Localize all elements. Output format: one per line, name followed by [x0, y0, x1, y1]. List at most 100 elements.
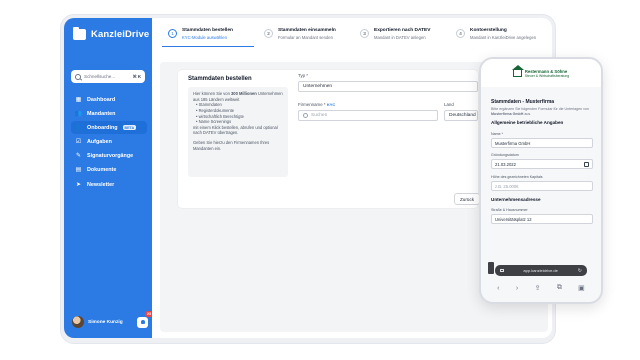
sidebar-item-dashboard[interactable]: ▦ Dashboard: [71, 93, 147, 106]
phone-intro-bold: Musterfirma GmbH: [491, 111, 524, 116]
phone-header: Restermann & Söhne Steuer & Wirtschaftsb…: [481, 59, 601, 87]
info-list: Stammdaten Registerdokumente wirtschaftl…: [193, 102, 283, 125]
back-arrow-icon[interactable]: ‹: [497, 285, 499, 292]
company-label: Firmenname * KYC: [298, 102, 335, 107]
step-title: Stammdaten einsammeln: [278, 28, 336, 33]
user-plus-icon: 👤: [74, 124, 83, 131]
info-hint: Geben Sie hierzu den Firmennamen Ihres M…: [193, 140, 270, 151]
search-placeholder: Schnellsuche...: [84, 74, 116, 79]
search-icon: [75, 73, 81, 80]
calendar-icon[interactable]: [584, 161, 589, 167]
firm-brand: Restermann & Söhne Steuer & Wirtschaftsb…: [525, 69, 569, 78]
lock-icon: [500, 268, 504, 273]
grid-icon: ▦: [75, 96, 82, 103]
screenshot-stage: KanzleiDrive Schnellsuche... ⌘ K ▦ Dashb…: [0, 0, 640, 360]
sidebar-item-signaturvorgaenge[interactable]: ✎ Signaturvorgänge: [71, 150, 147, 163]
step-subtitle: Formular an Mandant senden: [278, 34, 333, 40]
step-number: 2: [264, 29, 273, 38]
phone-intro-pre: Bitte ergänzen Sie folgenden Formular fü…: [491, 107, 589, 111]
search-input[interactable]: Schnellsuche... ⌘ K: [71, 70, 145, 83]
date-value: 21.03.2022: [495, 161, 516, 167]
info-intro-bold: 300 Millionen: [231, 91, 257, 96]
user-name: Simone Kunzig: [88, 319, 123, 325]
step-title: Exportieren nach DATEV: [374, 28, 431, 33]
type-select[interactable]: Unternehmen: [298, 81, 478, 92]
firm-subtitle: Steuer & Wirtschaftsberatung: [524, 73, 570, 78]
user-profile[interactable]: Simone Kunzig 23: [72, 310, 153, 328]
phone-form: Stammdaten - Musterfirma Bitte ergänzen …: [491, 99, 593, 225]
info-outro: mit einem Klick bestellen, abrufen und o…: [193, 124, 278, 136]
phone-section-address: Unternehmensadresse: [491, 197, 541, 203]
step-number: 1: [168, 29, 177, 38]
phone-intro-post: aus.: [523, 111, 532, 116]
sidebar-nav: ▦ Dashboard 👥 Mandanten 👤 Onboarding BET…: [71, 93, 147, 192]
company-search-input[interactable]: Suchen: [298, 110, 438, 121]
search-icon: [303, 113, 308, 118]
phone-browser-nav: ‹ › ⇪ ⧉ ▣: [481, 280, 601, 296]
form-title: Stammdaten bestellen: [188, 76, 252, 82]
sidebar-item-label: Dashboard: [87, 96, 116, 103]
brand-name: KanzleiDrive: [91, 29, 150, 40]
step-subtitle: Mandant in KanzleiDrive angelegen: [470, 34, 537, 40]
info-box: Hier können Sie von 300 Millionen Untern…: [188, 87, 288, 177]
type-value: Unternehmen: [303, 84, 333, 89]
date-field[interactable]: 21.03.2022: [491, 159, 593, 170]
bookmarks-icon[interactable]: ⧉: [557, 284, 562, 292]
share-icon[interactable]: ⇪: [535, 284, 541, 292]
sidebar-item-onboarding[interactable]: 👤 Onboarding BETA: [71, 121, 147, 135]
step-exportieren-datev[interactable]: 3 Exportieren nach DATEV Mandant in DATE…: [354, 22, 450, 47]
country-label: Land: [444, 102, 454, 107]
step-subtitle: Mandant in DATEV anlegen: [374, 34, 426, 40]
country-select[interactable]: Deutschland: [444, 110, 478, 121]
date-label: Gründungsdatum: [491, 153, 519, 158]
phone-heading: Stammdaten - Musterfirma: [491, 99, 555, 105]
phone-address-bar[interactable]: app.kanzleidrive.de ↻: [495, 265, 587, 276]
back-button[interactable]: Zurück: [454, 193, 481, 205]
name-label: Name *: [491, 132, 503, 137]
phone-mockup: Restermann & Söhne Steuer & Wirtschaftsb…: [479, 57, 603, 304]
phone-intro: Bitte ergänzen Sie folgenden Formular fü…: [491, 107, 593, 116]
sidebar-item-label: Dokumente: [87, 167, 117, 174]
sidebar-item-label: Mandanten: [87, 110, 116, 117]
name-field[interactable]: Musterfirma GmbH: [491, 138, 593, 149]
search-shortcut: ⌘ K: [132, 73, 141, 79]
step-title: Stammdaten bestellen: [182, 28, 233, 33]
onboarding-steps: 1 Stammdaten bestellen KYC-Module auswäh…: [162, 22, 552, 48]
step-stammdaten-bestellen[interactable]: 1 Stammdaten bestellen KYC-Module auswäh…: [162, 22, 258, 48]
sidebar-item-label: Signaturvorgänge: [87, 153, 134, 160]
country-value: Deutschland: [449, 113, 476, 118]
street-field[interactable]: Universitätsplatz 12: [491, 214, 593, 225]
tabs-icon[interactable]: ▣: [578, 284, 585, 292]
name-value: Musterfirma GmbH: [495, 140, 531, 146]
brand[interactable]: KanzleiDrive: [73, 27, 150, 40]
company-label-text: Firmenname *: [298, 102, 326, 107]
sidebar-item-aufgaben[interactable]: ☑ Aufgaben: [71, 136, 147, 149]
sidebar-item-label: Newsletter: [87, 181, 115, 188]
street-label: Straße & Hausnummer: [491, 208, 528, 213]
info-intro: Hier können Sie von 300 Millionen Untern…: [193, 91, 283, 102]
company-placeholder: Suchen: [311, 113, 328, 118]
document-icon: ▤: [75, 167, 82, 174]
order-form-card: Stammdaten bestellen Hier können Sie von…: [178, 70, 481, 208]
step-number: 3: [360, 29, 369, 38]
pen-icon: ✎: [75, 153, 82, 160]
house-logo-icon: [511, 64, 524, 77]
capital-label: Höhe des gezeichneten Kapitals: [491, 175, 543, 180]
sidebar-item-newsletter[interactable]: ➤ Newsletter: [71, 178, 147, 191]
send-icon: ➤: [75, 181, 82, 188]
sidebar-item-label: Aufgaben: [87, 139, 112, 146]
phone-section-general: Allgemeine betriebliche Angaben: [491, 120, 564, 126]
sidebar-item-dokumente[interactable]: ▤ Dokumente: [71, 164, 147, 177]
checklist-icon: ☑: [75, 139, 82, 146]
reload-icon[interactable]: ↻: [578, 268, 582, 274]
capital-field[interactable]: z.B. 25.000€: [491, 181, 593, 192]
phone-url: app.kanzleidrive.de: [523, 268, 558, 273]
step-title: Kontoerstellung: [470, 28, 507, 33]
step-stammdaten-einsammeln[interactable]: 2 Stammdaten einsammeln Formular an Mand…: [258, 22, 354, 47]
step-kontoerstellung[interactable]: 4 Kontoerstellung Mandant in KanzleiDriv…: [450, 22, 546, 47]
forward-arrow-icon[interactable]: ›: [516, 285, 518, 292]
bell-icon: [140, 320, 145, 324]
notifications-button[interactable]: 23: [137, 310, 153, 328]
users-icon: 👥: [74, 110, 83, 117]
sidebar-item-mandanten[interactable]: 👥 Mandanten: [71, 107, 147, 120]
